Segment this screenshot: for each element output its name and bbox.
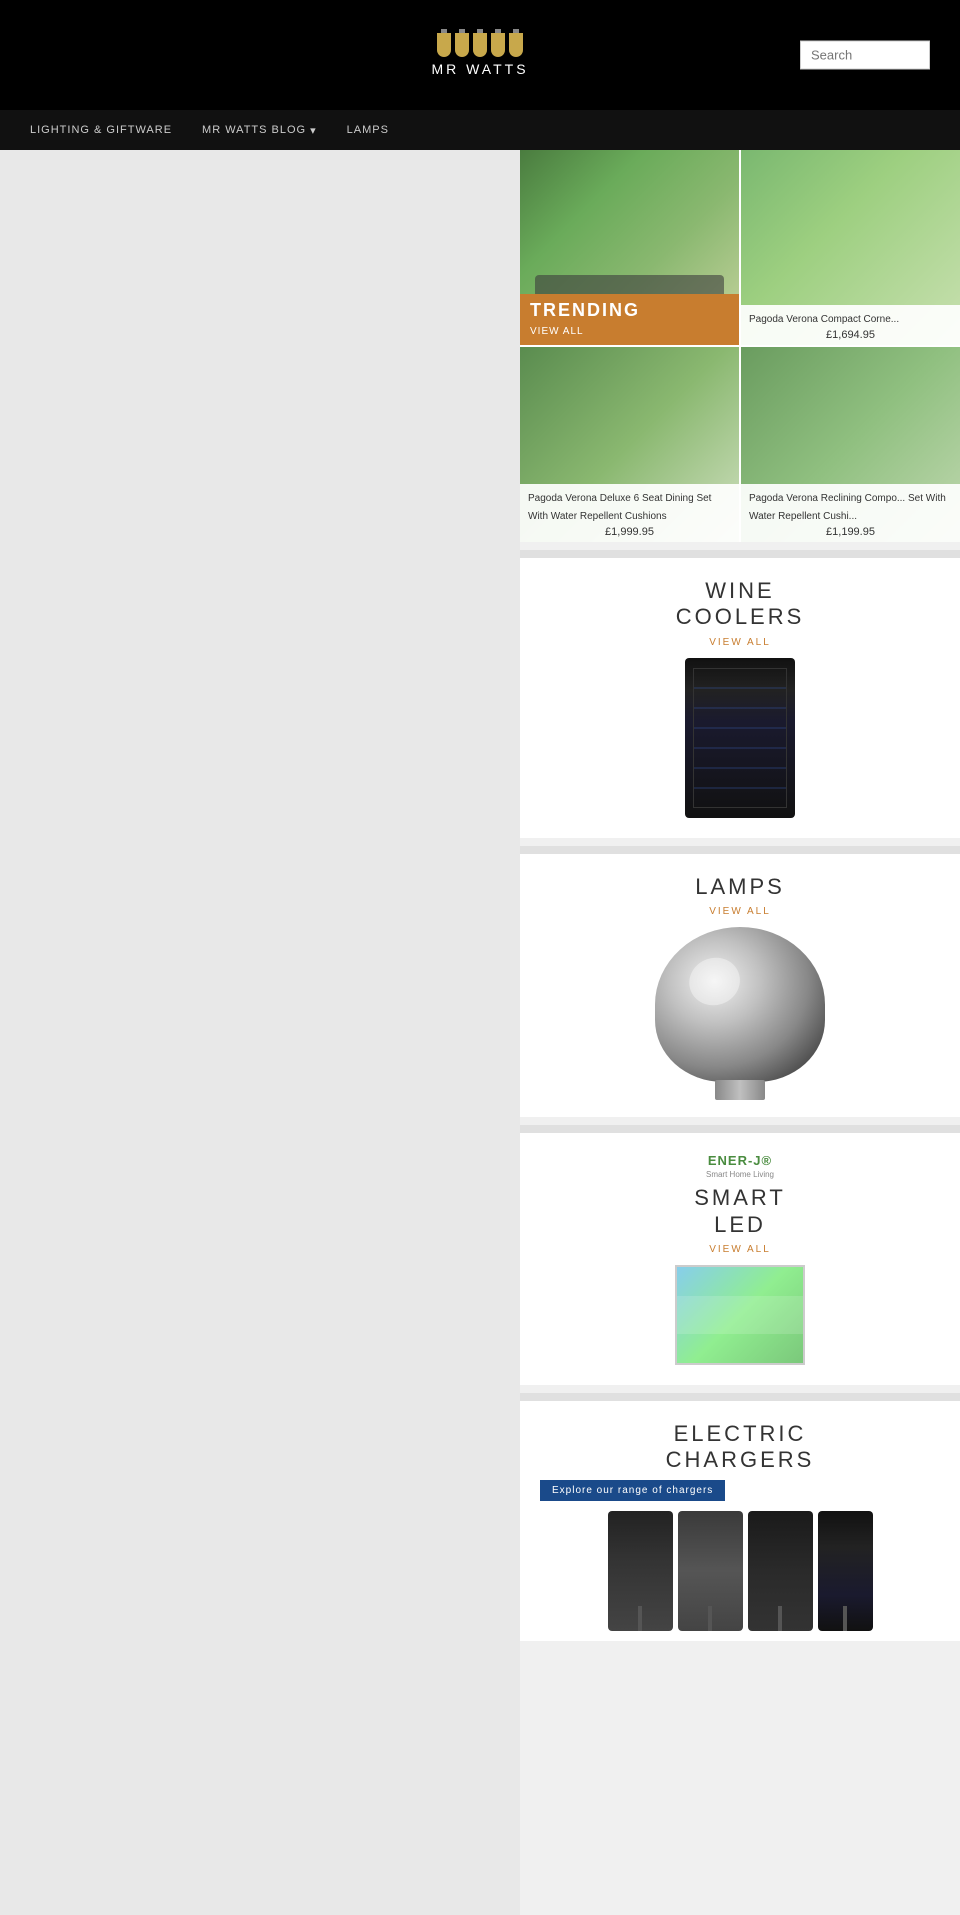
- product-price-3: £1,199.95: [749, 526, 952, 538]
- product-caption-3: Pagoda Verona Reclining Compo... Set Wit…: [741, 484, 960, 542]
- trending-cell-2[interactable]: Pagoda Verona Compact Corne... £1,694.95: [741, 150, 960, 345]
- smart-led-image: [675, 1265, 805, 1365]
- bulb-1: [437, 33, 451, 57]
- product-caption-1: Pagoda Verona Compact Corne... £1,694.95: [741, 305, 960, 345]
- lamp-image: [650, 927, 830, 1097]
- search-box[interactable]: [800, 41, 930, 70]
- lamps-view-all[interactable]: VIEW ALL: [709, 906, 771, 917]
- product-name-2: Pagoda Verona Deluxe 6 Seat Dining Set W…: [528, 493, 711, 522]
- divider-4: [520, 1393, 960, 1401]
- left-panel: [0, 150, 520, 1915]
- trending-cell-main[interactable]: TRENDING VIEW ALL: [520, 150, 739, 345]
- smart-led-section: ENER-J® Smart Home Living SMART LED VIEW…: [520, 1133, 960, 1385]
- divider-2: [520, 846, 960, 854]
- nav-blog[interactable]: MR WATTS BLOG ▾: [202, 124, 317, 137]
- enerj-brand-sub: Smart Home Living: [706, 1170, 774, 1179]
- explore-chargers-banner[interactable]: Explore our range of chargers: [540, 1480, 725, 1501]
- charger-unit-1: [608, 1511, 673, 1631]
- wine-coolers-view-all[interactable]: VIEW ALL: [709, 637, 771, 648]
- lamps-section: LAMPS VIEW ALL: [520, 854, 960, 1117]
- charger-unit-3: [748, 1511, 813, 1631]
- divider-3: [520, 1125, 960, 1133]
- product-name-3: Pagoda Verona Reclining Compo... Set Wit…: [749, 493, 946, 522]
- lamps-title: LAMPS: [695, 874, 785, 900]
- wine-coolers-title: WINE COOLERS: [676, 578, 805, 631]
- trending-label: TRENDING: [530, 300, 729, 321]
- product-name-1: Pagoda Verona Compact Corne...: [749, 314, 899, 325]
- wine-coolers-section: WINE COOLERS VIEW ALL: [520, 558, 960, 838]
- wine-cooler-image: [685, 658, 795, 818]
- trending-grid: TRENDING VIEW ALL Pagoda Verona Compact …: [520, 150, 960, 542]
- divider-1: [520, 550, 960, 558]
- trending-badge: TRENDING VIEW ALL: [520, 294, 739, 345]
- main-content: TRENDING VIEW ALL Pagoda Verona Compact …: [0, 150, 960, 1915]
- bulb-4: [491, 33, 505, 57]
- product-price-2: £1,999.95: [528, 526, 731, 538]
- chargers-image-row: [530, 1511, 950, 1631]
- logo-text: MR WATTS: [431, 61, 528, 77]
- enerj-brand: ENER-J®: [708, 1153, 772, 1168]
- nav-blog-label: MR WATTS BLOG: [202, 124, 306, 136]
- main-nav: LIGHTING & GIFTWARE MR WATTS BLOG ▾ LAMP…: [0, 110, 960, 150]
- chevron-down-icon: ▾: [310, 124, 317, 137]
- charger-unit-4: [818, 1511, 873, 1631]
- trending-view-all[interactable]: VIEW ALL: [530, 326, 584, 337]
- product-price-1: £1,694.95: [749, 329, 952, 341]
- bulb-5: [509, 33, 523, 57]
- logo[interactable]: MR WATTS: [431, 33, 528, 77]
- nav-lighting[interactable]: LIGHTING & GIFTWARE: [30, 124, 172, 136]
- bulb-3: [473, 33, 487, 57]
- logo-bulbs: [437, 33, 523, 57]
- smart-led-view-all[interactable]: VIEW ALL: [709, 1244, 771, 1255]
- bulb-2: [455, 33, 469, 57]
- charger-unit-2: [678, 1511, 743, 1631]
- chrome-bulb: [655, 927, 825, 1082]
- site-header: MR WATTS: [0, 0, 960, 110]
- electric-chargers-section: ELECTRIC CHARGERS Explore our range of c…: [520, 1401, 960, 1641]
- trending-cell-3[interactable]: Pagoda Verona Deluxe 6 Seat Dining Set W…: [520, 347, 739, 542]
- smart-led-title: SMART LED: [694, 1185, 786, 1238]
- trending-section: TRENDING VIEW ALL Pagoda Verona Compact …: [520, 150, 960, 542]
- product-caption-2: Pagoda Verona Deluxe 6 Seat Dining Set W…: [520, 484, 739, 542]
- right-panel: TRENDING VIEW ALL Pagoda Verona Compact …: [520, 150, 960, 1915]
- search-input[interactable]: [800, 41, 930, 70]
- trending-cell-4[interactable]: Pagoda Verona Reclining Compo... Set Wit…: [741, 347, 960, 542]
- chargers-title: ELECTRIC CHARGERS: [666, 1421, 815, 1474]
- nav-lamps[interactable]: LAMPS: [347, 124, 389, 136]
